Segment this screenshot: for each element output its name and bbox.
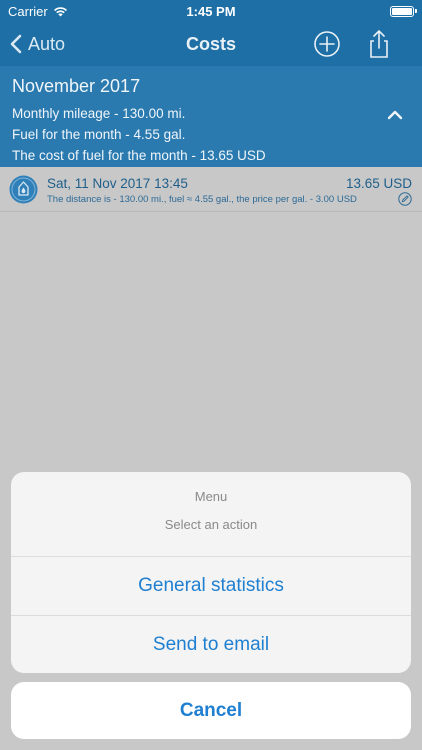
- action-sheet-title: Menu: [194, 489, 228, 504]
- chevron-up-icon[interactable]: [386, 108, 404, 122]
- navigation-bar: Auto Costs: [0, 22, 422, 66]
- wifi-icon: [53, 6, 67, 16]
- entry-detail: The distance is - 130.00 mi., fuel ≈ 4.5…: [47, 194, 357, 205]
- summary-mileage: Monthly mileage - 130.00 mi.: [12, 106, 186, 121]
- add-icon[interactable]: [312, 29, 342, 59]
- summary-fuel: Fuel for the month - 4.55 gal.: [12, 127, 186, 142]
- fuel-drop-icon: [9, 175, 38, 204]
- summary-cost: The cost of fuel for the month - 13.65 U…: [12, 148, 266, 163]
- action-sheet: Menu Select an action General statistics…: [11, 472, 411, 673]
- general-statistics-button[interactable]: General statistics: [11, 557, 411, 615]
- summary-month: November 2017: [12, 76, 141, 96]
- list-item[interactable]: Sat, 11 Nov 2017 13:45 13.65 USD The dis…: [0, 167, 422, 212]
- entry-date: Sat, 11 Nov 2017 13:45: [47, 176, 188, 191]
- edit-icon[interactable]: [398, 192, 412, 206]
- share-icon[interactable]: [364, 29, 394, 59]
- entry-amount: 13.65 USD: [345, 176, 412, 191]
- battery-icon: [390, 5, 417, 17]
- carrier-label: Carrier: [8, 3, 48, 19]
- send-to-email-button[interactable]: Send to email: [11, 615, 411, 673]
- action-sheet-header: Menu Select an action: [11, 472, 411, 557]
- action-sheet-message: Select an action: [164, 517, 258, 532]
- month-summary: November 2017 Monthly mileage - 130.00 m…: [0, 66, 422, 167]
- cancel-button[interactable]: Cancel: [11, 682, 411, 739]
- status-bar: Carrier 1:45 PM: [0, 0, 422, 22]
- status-left: Carrier: [8, 4, 68, 19]
- page-title: Costs: [185, 34, 236, 54]
